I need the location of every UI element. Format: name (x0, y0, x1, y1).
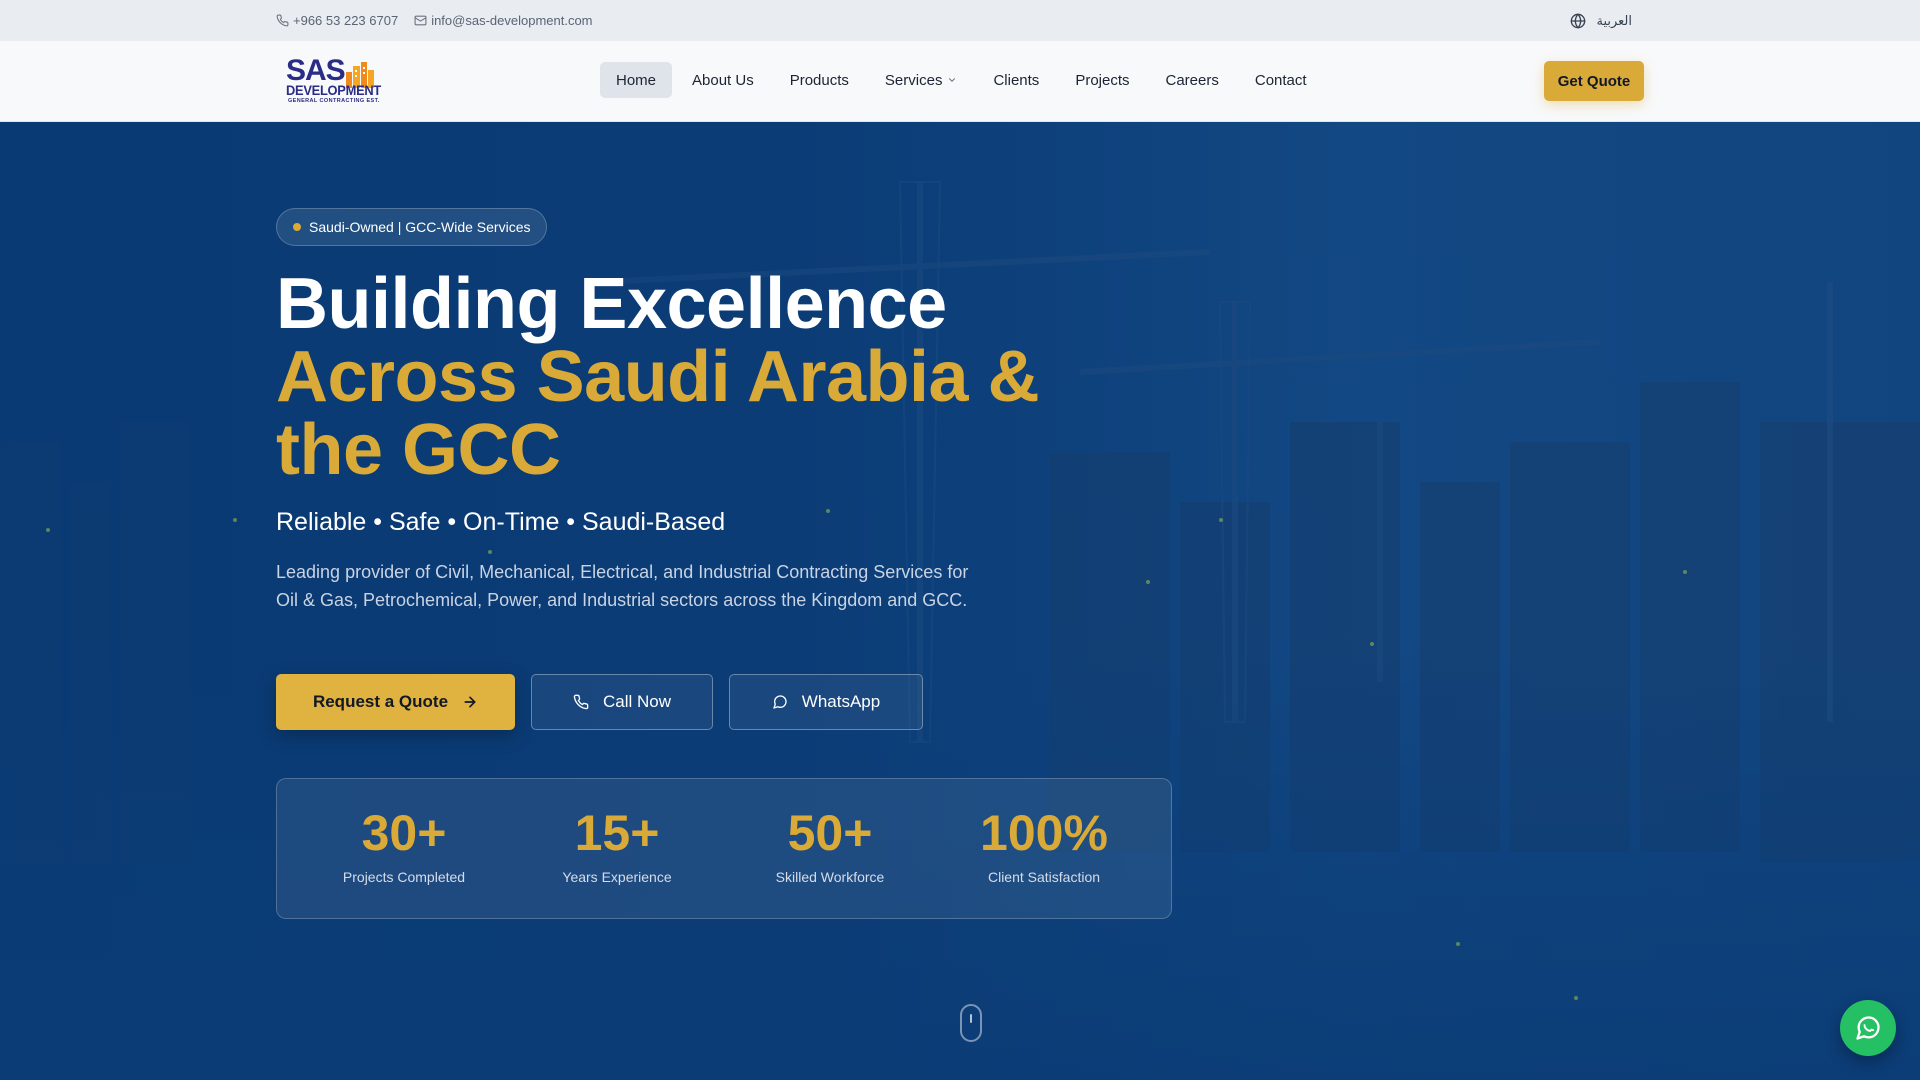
nav-projects[interactable]: Projects (1059, 62, 1145, 98)
whatsapp-floating-button[interactable] (1840, 1000, 1896, 1056)
email-link[interactable]: info@sas-development.com (414, 13, 593, 28)
stat-workforce: 50+ Skilled Workforce (730, 807, 930, 885)
headline-line-2: Across Saudi Arabia & (276, 337, 1040, 417)
badge-text: Saudi-Owned | GCC-Wide Services (309, 219, 531, 235)
scroll-indicator[interactable] (960, 1004, 982, 1042)
stat-label: Projects Completed (342, 869, 466, 885)
stats-panel: 30+ Projects Completed 15+ Years Experie… (276, 778, 1172, 919)
request-quote-label: Request a Quote (312, 692, 449, 711)
stat-experience: 15+ Years Experience (517, 807, 717, 885)
company-logo[interactable]: SAS DEVELOPMENT GENERAL CONTRACTING EST. (284, 54, 382, 108)
scroll-wheel (970, 1014, 972, 1023)
whatsapp-icon (1856, 1016, 1880, 1040)
call-now-label: Call Now (602, 692, 672, 711)
badge-dot (293, 223, 301, 231)
whatsapp-button[interactable]: WhatsApp (729, 674, 923, 730)
stat-projects: 30+ Projects Completed (304, 807, 504, 885)
stat-label: Years Experience (562, 869, 672, 885)
nav-products[interactable]: Products (774, 62, 865, 98)
stat-value: 15+ (574, 805, 660, 861)
mail-icon (414, 15, 427, 26)
get-quote-button[interactable]: Get Quote (1544, 61, 1644, 101)
hero-tagline: Reliable • Safe • On-Time • Saudi-Based (276, 508, 726, 536)
nav-contact-label: Contact (1254, 71, 1307, 89)
nav-clients[interactable]: Clients (977, 62, 1055, 98)
nav-home[interactable]: Home (600, 62, 673, 98)
nav-about-us[interactable]: About Us (676, 62, 770, 98)
chevron-down-icon (949, 78, 956, 82)
message-circle-icon (773, 695, 787, 709)
headline-line-3: the GCC (276, 410, 561, 490)
phone-number: +966 53 223 6707 (293, 13, 399, 28)
language-label: العربية (1596, 12, 1632, 28)
email-address: info@sas-development.com (431, 13, 593, 28)
arrow-right-icon (464, 696, 476, 708)
hero-headline: Building Excellence Across Saudi Arabia … (276, 268, 1176, 487)
stat-value: 50+ (787, 805, 873, 861)
logo-development: DEVELOPMENT (286, 82, 382, 98)
globe-icon (1571, 13, 1586, 28)
phone-link[interactable]: +966 53 223 6707 (276, 13, 398, 28)
nav-services[interactable]: Services (869, 62, 974, 98)
site-header: SAS DEVELOPMENT GENERAL CONTRACTING EST.… (0, 41, 1920, 122)
whatsapp-label: WhatsApp (801, 692, 881, 711)
nav-about-label: About Us (692, 71, 754, 89)
request-quote-button[interactable]: Request a Quote (276, 674, 515, 730)
top-info-bar: +966 53 223 6707 info@sas-development.co… (0, 0, 1920, 41)
headline-line-1: Building Excellence (276, 264, 947, 344)
nav-contact[interactable]: Contact (1239, 62, 1323, 98)
call-now-button[interactable]: Call Now (531, 674, 713, 730)
nav-home-label: Home (616, 71, 657, 89)
nav-services-label: Services (884, 71, 943, 89)
hero-description: Leading provider of Civil, Mechanical, E… (276, 562, 969, 610)
nav-products-label: Products (789, 71, 849, 89)
nav-projects-label: Projects (1075, 71, 1130, 89)
stat-satisfaction: 100% Client Satisfaction (944, 807, 1144, 885)
phone-icon (276, 14, 289, 27)
logo-subtitle: GENERAL CONTRACTING EST. (288, 98, 380, 104)
language-switcher[interactable]: العربية (1570, 0, 1632, 41)
stat-value: 100% (980, 805, 1108, 861)
nav-careers-label: Careers (1165, 71, 1219, 89)
nav-clients-label: Clients (993, 71, 1040, 89)
hero-section: Saudi-Owned | GCC-Wide Services Building… (0, 122, 1920, 1080)
nav-careers[interactable]: Careers (1150, 62, 1235, 98)
phone-icon (573, 694, 589, 710)
stat-label: Client Satisfaction (987, 869, 1101, 885)
contact-info: +966 53 223 6707 info@sas-development.co… (276, 0, 609, 41)
main-navigation: Home About Us Products Services Clients … (600, 62, 1327, 98)
stat-value: 30+ (361, 805, 447, 861)
stat-label: Skilled Workforce (775, 869, 885, 885)
hero-badge: Saudi-Owned | GCC-Wide Services (276, 208, 548, 246)
